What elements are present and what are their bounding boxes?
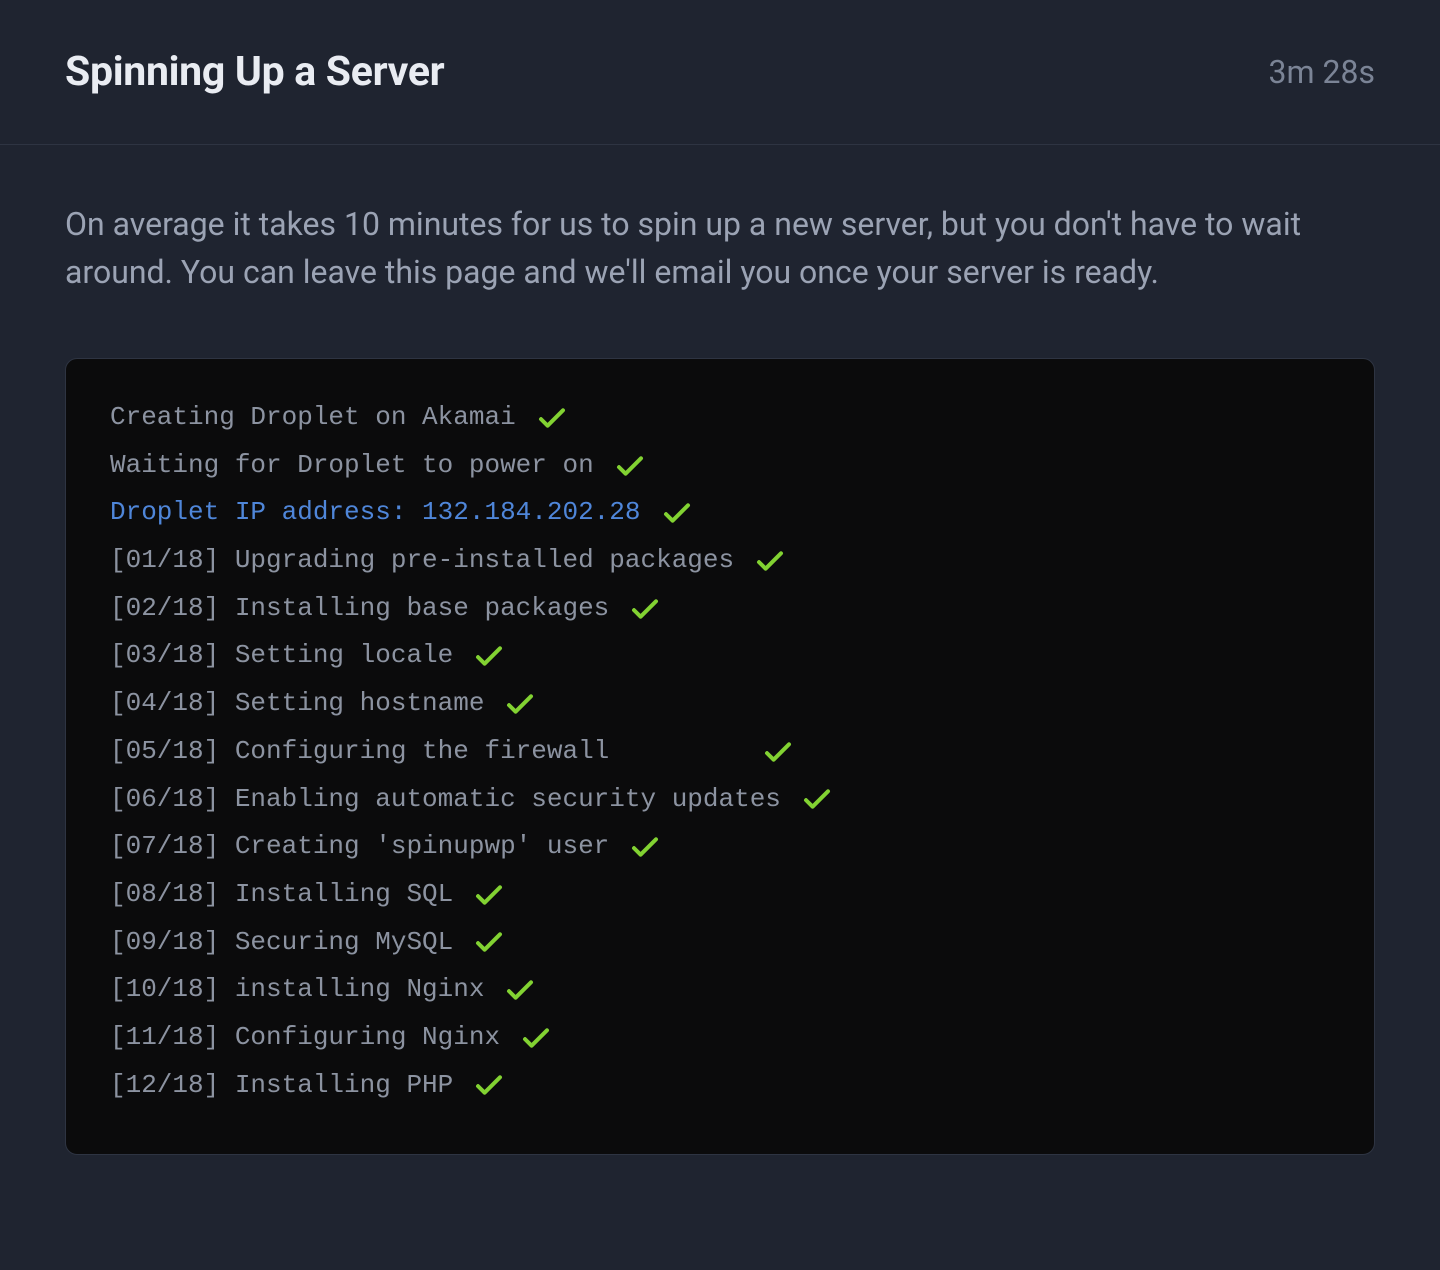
log-line: [09/18] Securing MySQL [110,924,1330,962]
log-text: [10/18] installing Nginx [110,971,484,1009]
log-line: Droplet IP address: 132.184.202.28 [110,494,1330,532]
check-icon [522,1027,550,1049]
log-line: [05/18] Configuring the firewall [110,733,1330,771]
log-text: Creating Droplet on Akamai [110,399,516,437]
check-icon [803,788,831,810]
log-line: [06/18] Enabling automatic security upda… [110,781,1330,819]
log-line: Waiting for Droplet to power on [110,447,1330,485]
page-header: Spinning Up a Server 3m 28s [0,0,1440,145]
check-icon [475,1074,503,1096]
description-text: On average it takes 10 minutes for us to… [65,200,1335,296]
check-icon [506,979,534,1001]
log-line: [03/18] Setting locale [110,637,1330,675]
log-text: [04/18] Setting hostname [110,685,484,723]
log-text: [01/18] Upgrading pre-installed packages [110,542,734,580]
log-text: Droplet IP address: 132.184.202.28 [110,494,641,532]
log-text: [06/18] Enabling automatic security upda… [110,781,781,819]
check-icon [631,598,659,620]
log-text: [07/18] Creating 'spinupwp' user [110,828,609,866]
check-icon [475,884,503,906]
check-icon [631,836,659,858]
check-icon [663,502,691,524]
log-line: [07/18] Creating 'spinupwp' user [110,828,1330,866]
check-icon [616,455,644,477]
log-text: Waiting for Droplet to power on [110,447,594,485]
check-icon [475,931,503,953]
log-text: [08/18] Installing SQL [110,876,453,914]
log-line: [02/18] Installing base packages [110,590,1330,628]
page-content: On average it takes 10 minutes for us to… [0,145,1440,1195]
log-line: [08/18] Installing SQL [110,876,1330,914]
log-text: [02/18] Installing base packages [110,590,609,628]
log-text: [12/18] Installing PHP [110,1067,453,1105]
log-line: [04/18] Setting hostname [110,685,1330,723]
log-text: [05/18] Configuring the firewall [110,733,609,771]
log-line: [12/18] Installing PHP [110,1067,1330,1105]
log-line: [11/18] Configuring Nginx [110,1019,1330,1057]
elapsed-time: 3m 28s [1269,53,1375,91]
check-icon [506,693,534,715]
page-title: Spinning Up a Server [65,48,444,96]
terminal-log: Creating Droplet on Akamai Waiting for Dr… [65,358,1375,1155]
check-icon [538,407,566,429]
log-text: [09/18] Securing MySQL [110,924,453,962]
log-line: [01/18] Upgrading pre-installed packages [110,542,1330,580]
check-icon [764,741,792,763]
check-icon [475,645,503,667]
log-text: [03/18] Setting locale [110,637,453,675]
log-line: [10/18] installing Nginx [110,971,1330,1009]
check-icon [756,550,784,572]
log-line: Creating Droplet on Akamai [110,399,1330,437]
log-text: [11/18] Configuring Nginx [110,1019,500,1057]
